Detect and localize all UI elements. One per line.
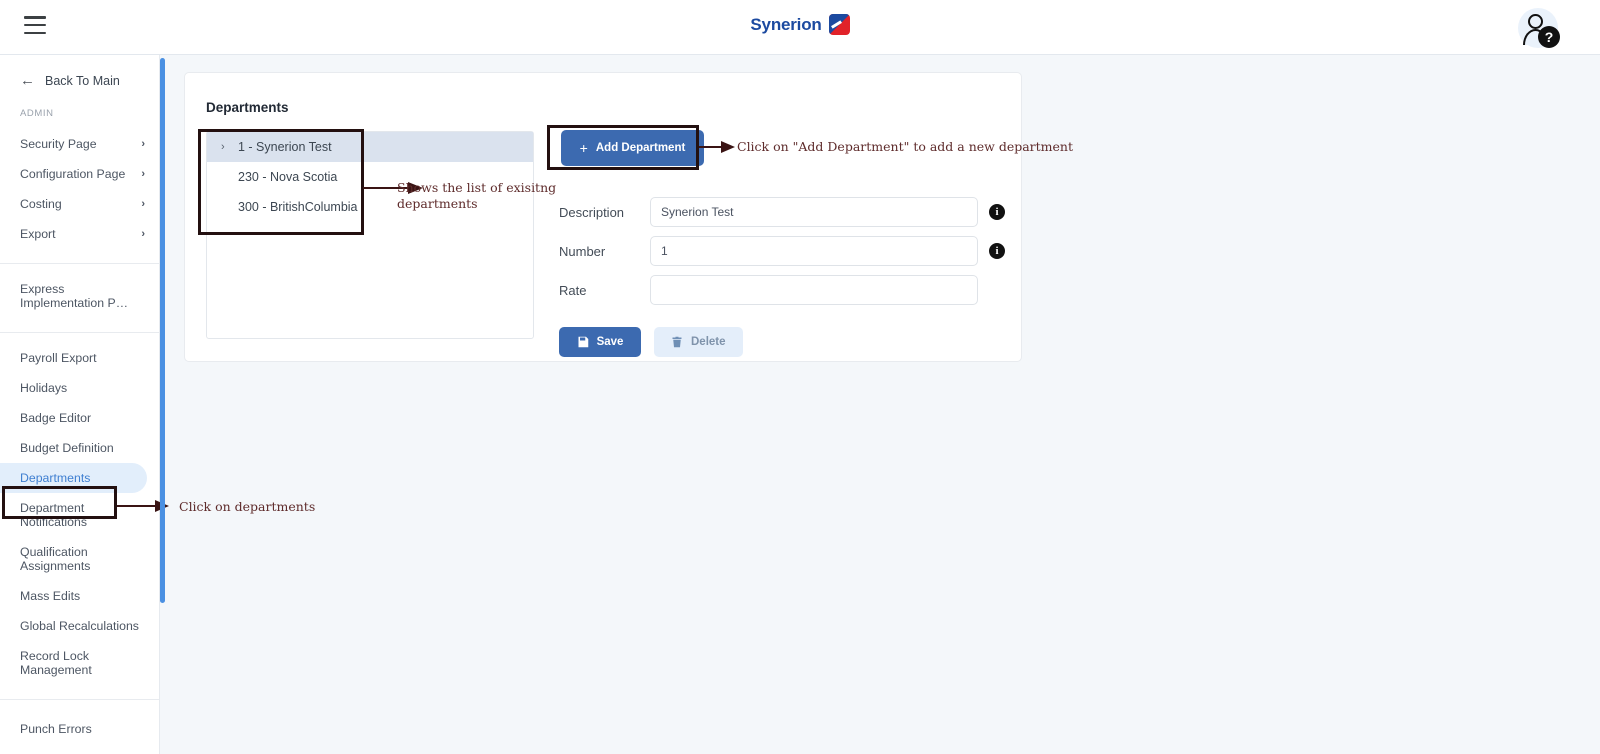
sidebar-item-punch-errors[interactable]: Punch Errors <box>0 714 159 744</box>
sidebar-item-qualification-assignments[interactable]: Qualification Assignments <box>0 537 159 581</box>
rate-input[interactable] <box>650 275 978 305</box>
annotation-text-sidebar: Click on departments <box>179 499 316 514</box>
sidebar-item-payroll-export[interactable]: Payroll Export <box>0 343 159 373</box>
brand-name: Synerion <box>750 14 822 34</box>
chevron-right-icon: › <box>141 198 145 210</box>
back-to-main-label: Back To Main <box>45 73 120 88</box>
top-bar: Synerion ? <box>0 0 1600 55</box>
add-department-button[interactable]: + Add Department <box>561 130 704 166</box>
sidebar: ← Back To Main ADMIN Security Page › Confi… <box>0 55 160 754</box>
description-input[interactable] <box>650 197 978 227</box>
sidebar-item-holidays[interactable]: Holidays <box>0 373 159 403</box>
sidebar-section-errors: Punch Errors <box>0 700 159 744</box>
form-actions: Save Delete <box>559 327 743 357</box>
app-root: Synerion ? ← Back To Main ADMIN Security… <box>0 0 1600 754</box>
sidebar-item-record-lock-management[interactable]: Record Lock Management <box>0 641 159 685</box>
chevron-right-icon: › <box>141 138 145 150</box>
plus-icon: + <box>579 140 588 156</box>
annotation-text-list-line1: Shows the list of exisitng <box>397 180 557 195</box>
trash-icon <box>671 336 683 348</box>
form-row-description: Description i <box>559 197 1005 227</box>
form-row-number: Number i <box>559 236 1005 266</box>
arrow-left-icon: ← <box>20 72 35 89</box>
help-icon[interactable]: ? <box>1538 26 1560 48</box>
sidebar-item-security-page[interactable]: Security Page › <box>0 129 159 159</box>
chevron-right-icon[interactable]: › <box>221 141 229 153</box>
sidebar-section-admin: ← Back To Main ADMIN Security Page › Confi… <box>0 55 159 264</box>
sidebar-item-costing[interactable]: Costing › <box>0 189 159 219</box>
departments-card: Departments › 1 - Synerion Test 230 - Nova… <box>184 72 1022 362</box>
sidebar-item-budget-definition[interactable]: Budget Definition <box>0 433 159 463</box>
annotation-text-list-line2: departments <box>397 196 478 211</box>
rate-label: Rate <box>559 282 587 298</box>
main-content: Departments › 1 - Synerion Test 230 - Nova… <box>165 55 1600 754</box>
sidebar-item-department-notifications[interactable]: Department Notifications <box>0 493 159 537</box>
synerion-mark-icon <box>828 14 850 35</box>
number-label: Number <box>559 243 606 259</box>
sidebar-item-label: Export <box>20 227 56 241</box>
sidebar-item-label: Costing <box>20 197 62 211</box>
info-icon[interactable]: i <box>989 243 1005 259</box>
department-list-item[interactable]: 300 - BritishColumbia <box>207 192 533 222</box>
sidebar-section-express: Express Implementation P… <box>0 264 159 333</box>
sidebar-scrollbar[interactable] <box>160 58 165 603</box>
back-to-main-button[interactable]: ← Back To Main <box>0 55 159 96</box>
sidebar-section-label: ADMIN <box>20 108 54 119</box>
sidebar-item-badge-editor[interactable]: Badge Editor <box>0 403 159 433</box>
delete-button[interactable]: Delete <box>654 327 743 357</box>
department-list-item[interactable]: › 1 - Synerion Test <box>207 132 533 162</box>
info-icon[interactable]: i <box>989 204 1005 220</box>
sidebar-item-global-recalculations[interactable]: Global Recalculations <box>0 611 159 641</box>
user-help-avatar[interactable]: ? <box>1518 8 1560 48</box>
save-label: Save <box>596 336 624 348</box>
sidebar-item-departments[interactable]: Departments <box>0 463 147 493</box>
page-title: Departments <box>206 100 289 115</box>
sidebar-section-tools: Payroll Export Holidays Badge Editor Budget… <box>0 333 159 700</box>
description-label: Description <box>559 204 625 220</box>
sidebar-item-configuration-page[interactable]: Configuration Page › <box>0 159 159 189</box>
delete-label: Delete <box>691 336 726 348</box>
chevron-right-icon: › <box>141 168 145 180</box>
department-list-label: 300 - BritishColumbia <box>238 200 358 214</box>
add-department-label: Add Department <box>595 142 686 154</box>
brand-logo: Synerion <box>0 14 1600 35</box>
department-list-label: 1 - Synerion Test <box>238 140 332 154</box>
save-button[interactable]: Save <box>559 327 641 357</box>
chevron-right-icon: › <box>141 228 145 240</box>
sidebar-item-mass-edits[interactable]: Mass Edits <box>0 581 159 611</box>
sidebar-item-express-implementation-p[interactable]: Express Implementation P… <box>0 274 159 318</box>
department-list-panel: › 1 - Synerion Test 230 - Nova Scotia 300 -… <box>206 131 534 339</box>
sidebar-item-export[interactable]: Export › <box>0 219 159 249</box>
sidebar-item-label: Configuration Page <box>20 167 126 181</box>
sidebar-item-label: Security Page <box>20 137 97 151</box>
department-list-label: 230 - Nova Scotia <box>238 170 338 184</box>
form-row-rate: Rate <box>559 275 978 305</box>
annotation-text-add-department: Click on "Add Department" to add a new d… <box>737 139 1074 154</box>
avatar-head-icon <box>1528 14 1543 29</box>
save-disk-icon <box>577 336 589 348</box>
number-input[interactable] <box>650 236 978 266</box>
